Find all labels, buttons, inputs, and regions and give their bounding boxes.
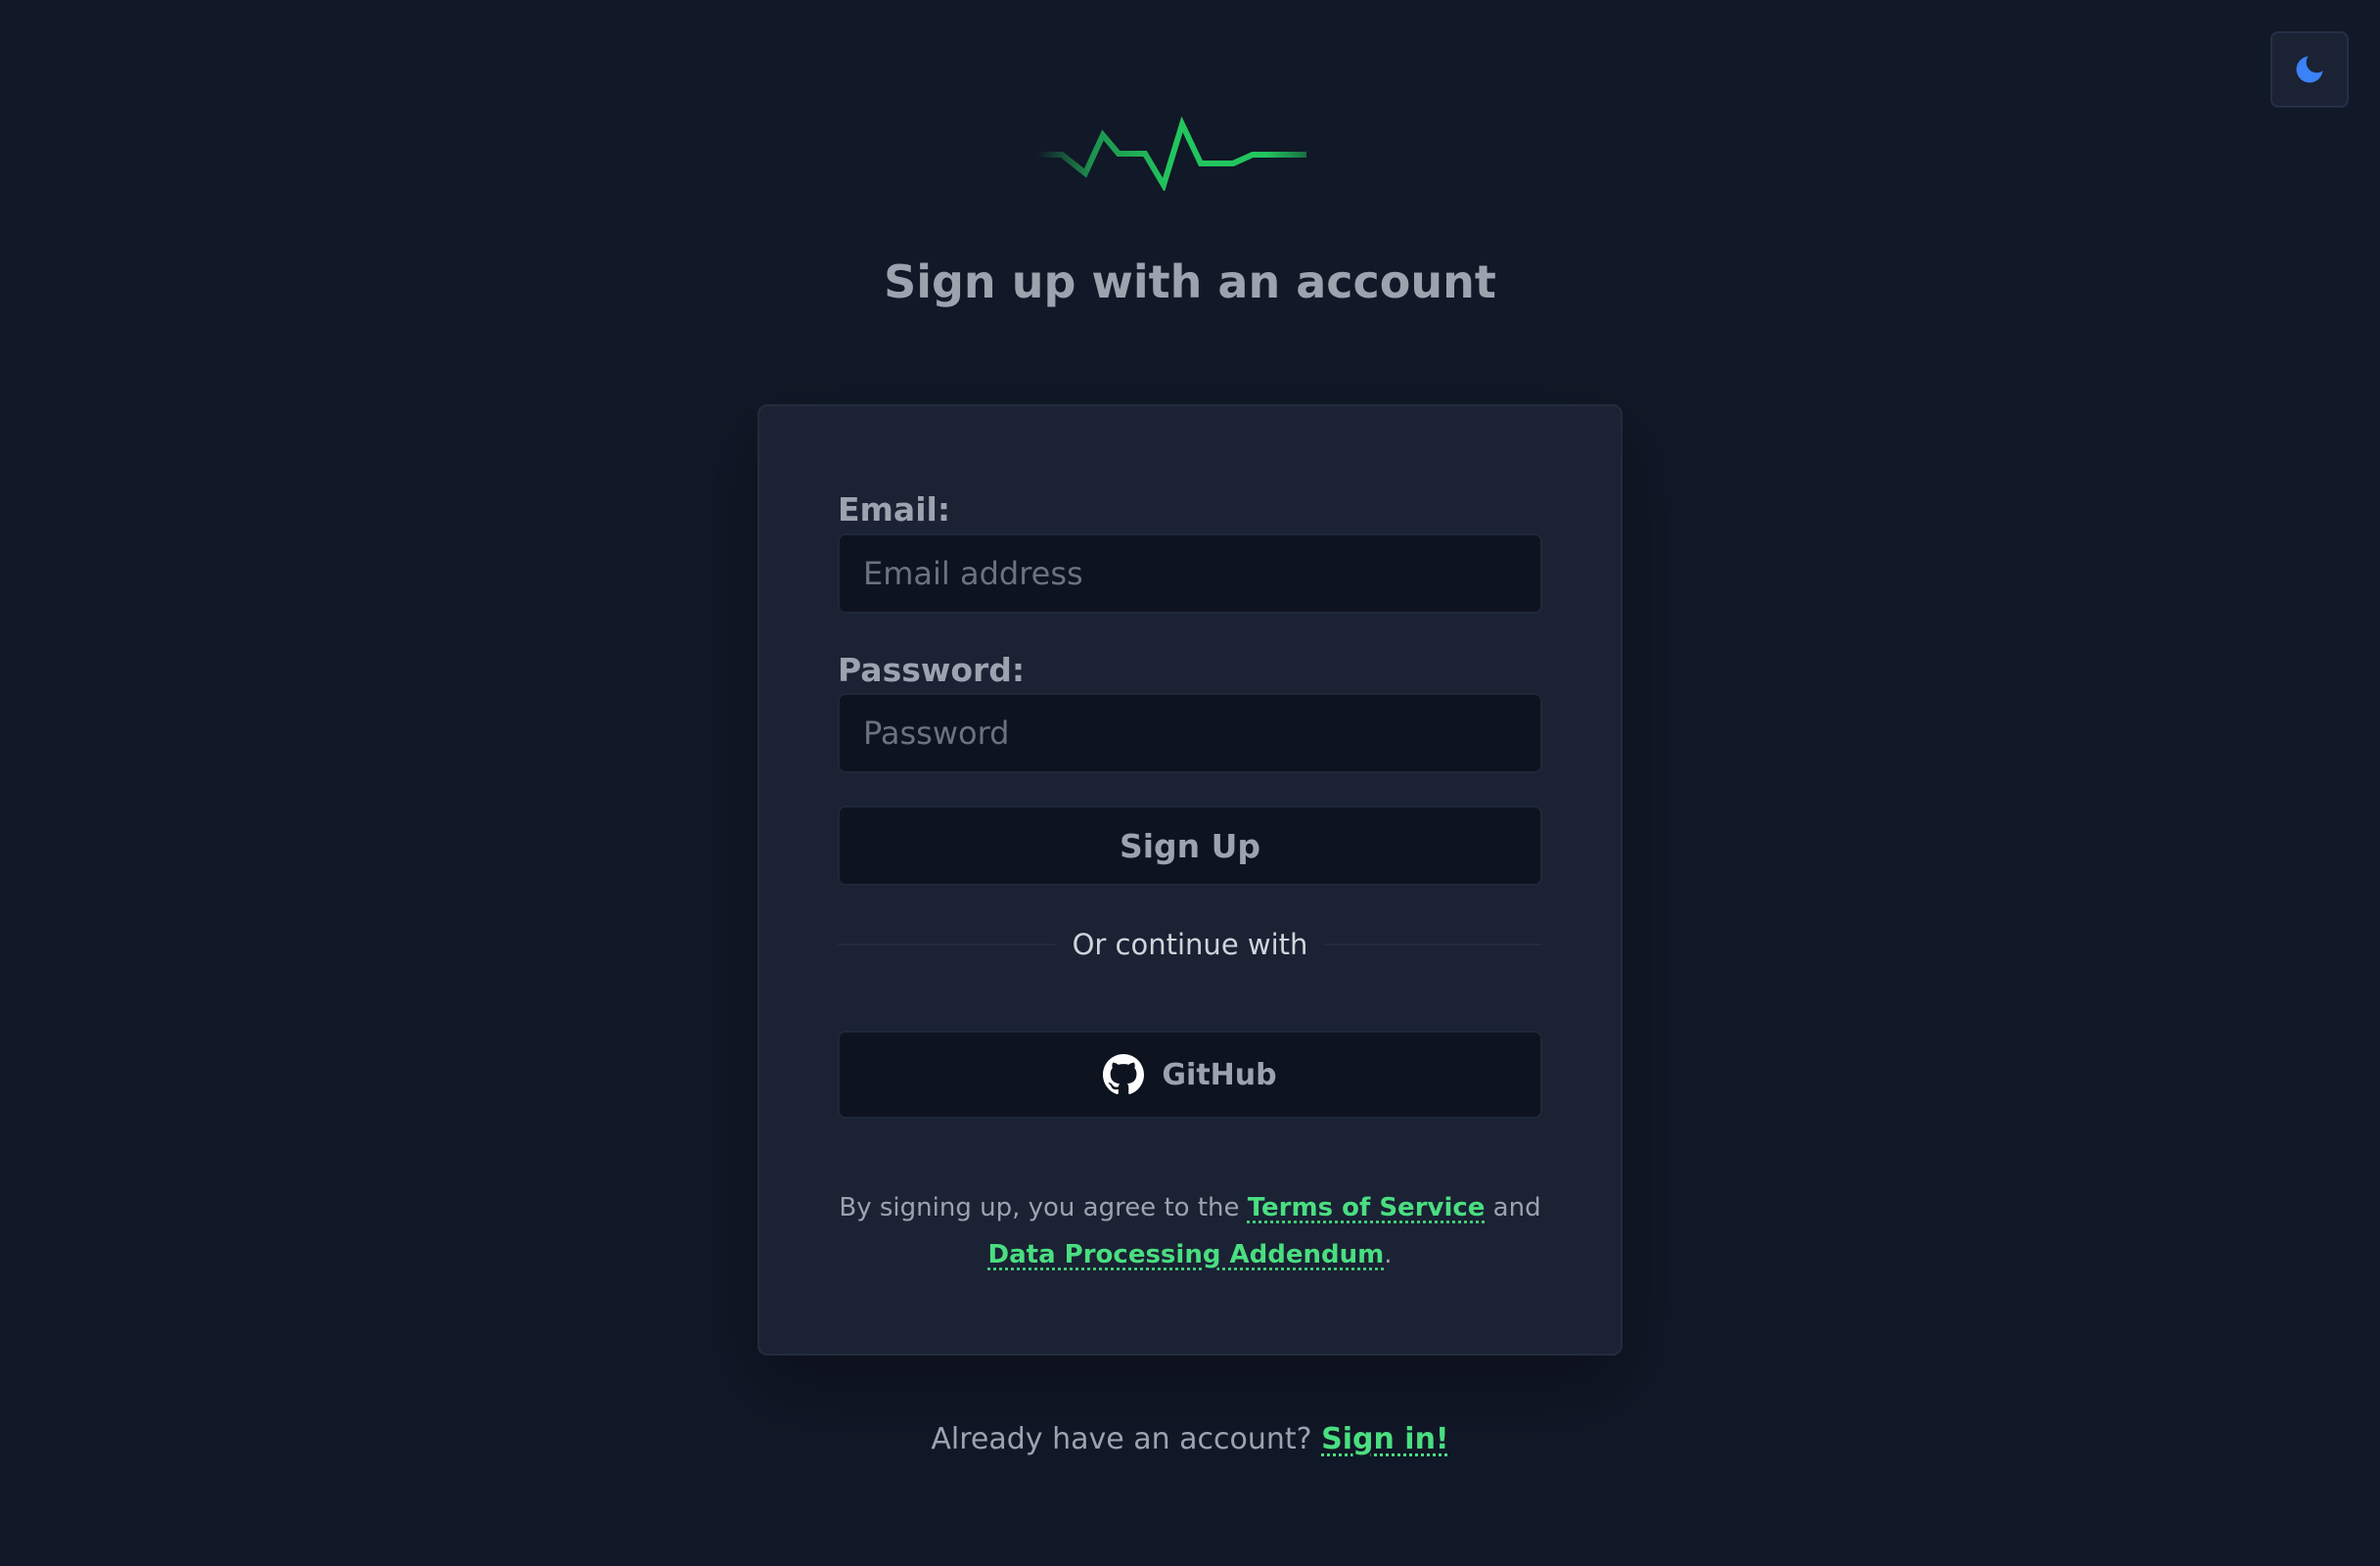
page-title: Sign up with an account bbox=[884, 255, 1496, 308]
terms-and: and bbox=[1485, 1193, 1541, 1222]
sign-in-prompt: Already have an account? Sign in! bbox=[0, 1416, 2380, 1463]
moon-icon bbox=[2296, 56, 2323, 83]
github-icon bbox=[1103, 1054, 1145, 1095]
sign-in-link[interactable]: Sign in! bbox=[1321, 1422, 1449, 1456]
github-login-button[interactable]: GitHub bbox=[838, 1031, 1542, 1119]
divider-line-right bbox=[1325, 944, 1542, 945]
github-button-label: GitHub bbox=[1162, 1057, 1277, 1092]
or-continue-divider: Or continue with bbox=[838, 915, 1542, 974]
heartbeat-logo-icon bbox=[1034, 115, 1306, 191]
email-input[interactable] bbox=[838, 533, 1542, 614]
theme-toggle-button[interactable] bbox=[2270, 31, 2349, 108]
password-input[interactable] bbox=[838, 693, 1542, 773]
sign-in-prompt-text: Already have an account? bbox=[931, 1422, 1322, 1456]
signup-card: Email: Password: Sign Up Or continue wit… bbox=[757, 404, 1623, 1356]
terms-of-service-link[interactable]: Terms of Service bbox=[1248, 1193, 1486, 1222]
email-label: Email: bbox=[838, 490, 951, 529]
terms-prefix: By signing up, you agree to the bbox=[839, 1193, 1248, 1222]
terms-notice: By signing up, you agree to the Terms of… bbox=[799, 1184, 1581, 1278]
divider-line-left bbox=[838, 944, 1055, 945]
data-processing-addendum-link[interactable]: Data Processing Addendum bbox=[988, 1240, 1385, 1269]
sign-up-button[interactable]: Sign Up bbox=[838, 806, 1542, 886]
terms-suffix: . bbox=[1384, 1240, 1393, 1269]
divider-text: Or continue with bbox=[1072, 928, 1308, 961]
signup-page: Sign up with an account Email: Password:… bbox=[0, 0, 2380, 1566]
password-label: Password: bbox=[838, 651, 1026, 689]
